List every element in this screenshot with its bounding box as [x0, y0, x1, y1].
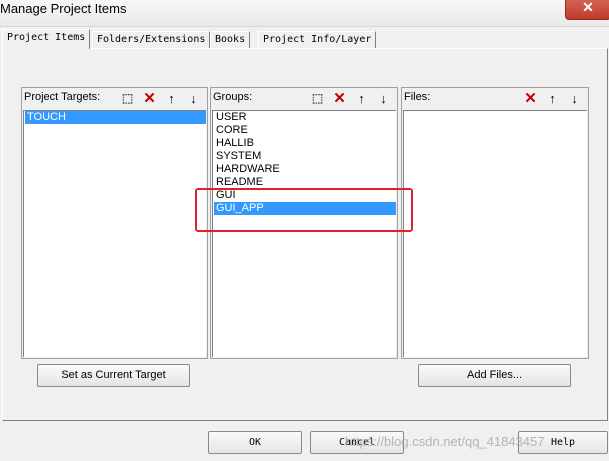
targets-list[interactable]: TOUCH [23, 110, 206, 357]
delete-group-button[interactable]: ✕ [330, 90, 349, 107]
help-button[interactable]: Help [518, 431, 608, 454]
move-target-up-button[interactable]: ↑ [162, 90, 181, 107]
tab-books[interactable]: Books [210, 31, 251, 48]
arrow-down-icon: ↓ [571, 91, 578, 106]
delete-icon: ✕ [333, 90, 346, 107]
project-targets-panel: Project Targets: ⬚ ✕ ↑ ↓ TOUCH [21, 87, 208, 359]
move-group-down-button[interactable]: ↓ [374, 90, 393, 107]
ok-button[interactable]: OK [208, 431, 302, 454]
files-list[interactable] [403, 110, 587, 357]
new-target-button[interactable]: ⬚ [118, 90, 137, 107]
cancel-button[interactable]: Cancel [310, 431, 404, 454]
delete-file-button[interactable]: ✕ [521, 90, 540, 107]
delete-icon: ✕ [143, 90, 156, 107]
list-item[interactable]: GUI_APP [214, 202, 396, 215]
move-target-down-button[interactable]: ↓ [184, 90, 203, 107]
arrow-down-icon: ↓ [380, 91, 387, 106]
window-title: Manage Project Items [0, 1, 127, 16]
list-item[interactable]: HARDWARE [214, 163, 396, 176]
list-item[interactable]: HALLIB [214, 137, 396, 150]
arrow-up-icon: ↑ [549, 91, 556, 106]
list-item[interactable]: TOUCH [25, 111, 206, 124]
arrow-up-icon: ↑ [358, 91, 365, 106]
groups-label: Groups: [213, 91, 253, 103]
move-file-up-button[interactable]: ↑ [543, 90, 562, 107]
close-button[interactable]: ✕ [565, 0, 609, 20]
new-icon: ⬚ [121, 91, 134, 105]
arrow-up-icon: ↑ [168, 91, 175, 106]
tab-project-items[interactable]: Project Items [2, 29, 91, 49]
list-item[interactable]: SYSTEM [214, 150, 396, 163]
list-item[interactable]: README [214, 176, 396, 189]
files-panel: Files: ✕ ↑ ↓ [401, 87, 589, 359]
move-file-down-button[interactable]: ↓ [565, 90, 584, 107]
list-item[interactable]: USER [214, 111, 396, 124]
list-item[interactable]: GUI [214, 189, 396, 202]
list-item[interactable]: CORE [214, 124, 396, 137]
new-icon: ⬚ [311, 91, 324, 105]
delete-icon: ✕ [524, 90, 537, 107]
tab-project-info-layer[interactable]: Project Info/Layer [258, 31, 377, 48]
files-label: Files: [404, 91, 431, 103]
groups-panel: Groups: ⬚ ✕ ↑ ↓ USER CORE HALLIB SYSTEM … [210, 87, 398, 359]
move-group-up-button[interactable]: ↑ [352, 90, 371, 107]
title-bar: Manage Project Items ✕ [0, 0, 609, 27]
tab-folders-extensions[interactable]: Folders/Extensions [92, 31, 211, 48]
set-current-target-button[interactable]: Set as Current Target [37, 364, 190, 387]
add-files-button[interactable]: Add Files... [418, 364, 571, 387]
close-icon: ✕ [582, 0, 594, 15]
project-targets-label: Project Targets: [24, 91, 101, 103]
groups-list[interactable]: USER CORE HALLIB SYSTEM HARDWARE README … [212, 110, 396, 357]
delete-target-button[interactable]: ✕ [140, 90, 159, 107]
new-group-button[interactable]: ⬚ [308, 90, 327, 107]
arrow-down-icon: ↓ [190, 91, 197, 106]
